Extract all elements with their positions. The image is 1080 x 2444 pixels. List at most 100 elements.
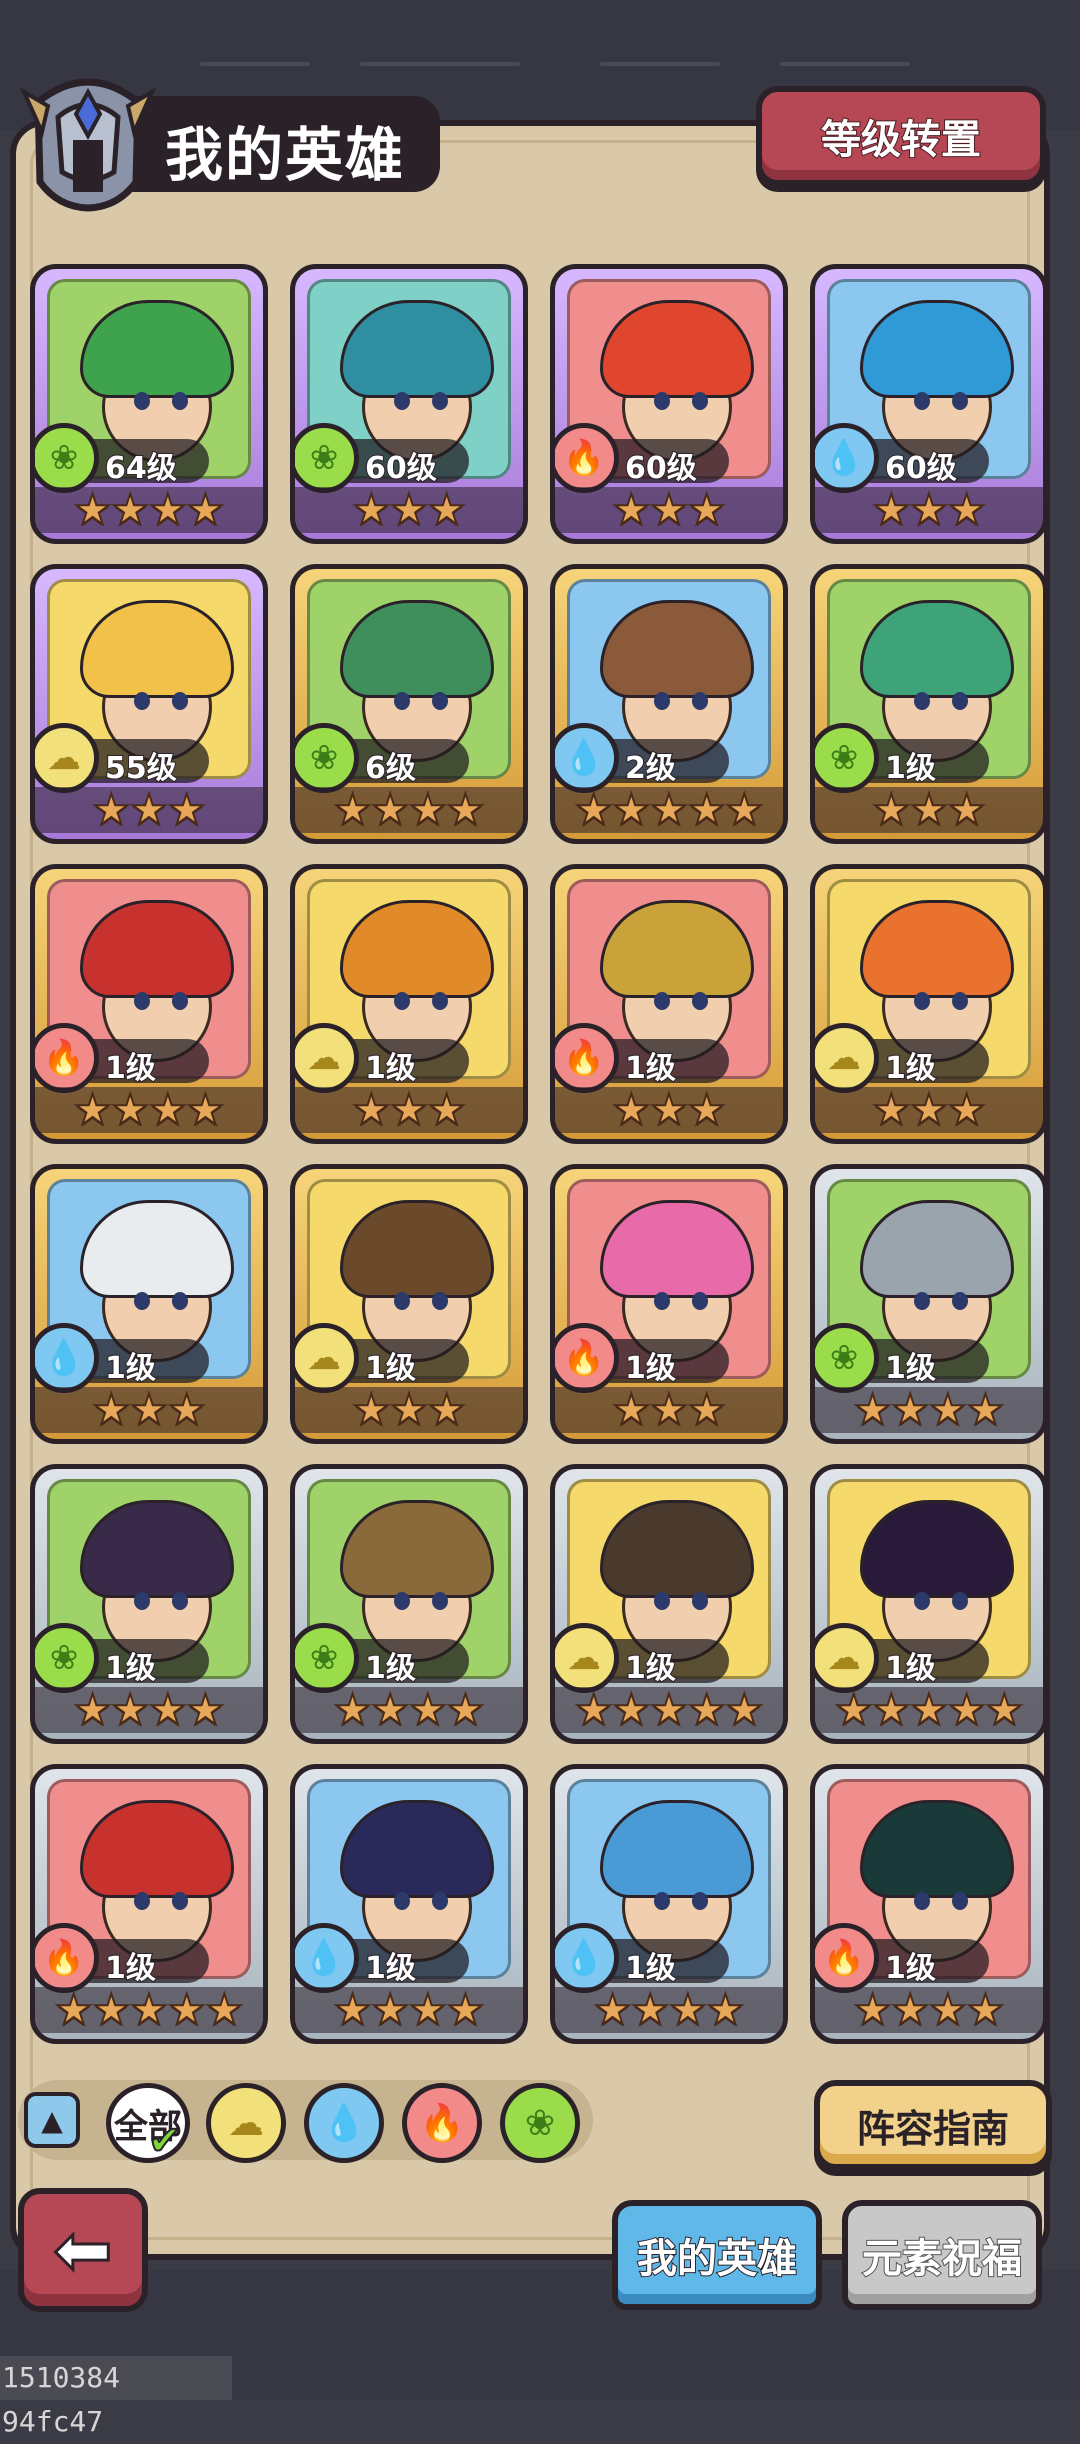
star-icon: ★ — [333, 785, 373, 834]
star-icon: ★ — [928, 1385, 968, 1434]
star-icon: ★ — [947, 1085, 987, 1134]
star-icon: ★ — [649, 785, 689, 834]
star-icon: ★ — [370, 785, 410, 834]
leaf-swirl-icon: ❀ — [295, 423, 359, 493]
hero-card[interactable]: 60级 ❀ ★ ★ ★ — [290, 264, 528, 544]
star-icon: ★ — [947, 1685, 987, 1734]
back-button[interactable]: ⬅ — [18, 2188, 148, 2312]
star-rating: ★ ★ ★ ★ — [35, 1687, 263, 1733]
hero-card[interactable]: 1级 💧 ★ ★ ★ — [30, 1164, 268, 1444]
leaf-swirl-icon: ❀ — [295, 1623, 359, 1693]
star-icon: ★ — [110, 485, 150, 534]
leaf-swirl-icon: ❀ — [815, 723, 879, 793]
star-rating: ★ ★ ★ ★ — [295, 787, 523, 833]
water-drop-icon: 💧 — [555, 1923, 619, 1993]
water-drop-icon: 💧 — [555, 723, 619, 793]
hero-card[interactable]: 2级 💧 ★ ★ ★ ★ ★ — [550, 564, 788, 844]
star-icon: ★ — [129, 785, 169, 834]
star-rating: ★ ★ ★ — [815, 487, 1043, 533]
star-icon: ★ — [92, 1385, 132, 1434]
hero-level: 1级 — [104, 1350, 157, 1387]
star-icon: ★ — [649, 485, 689, 534]
star-icon: ★ — [427, 1385, 467, 1434]
hero-card[interactable]: 1级 🔥 ★ ★ ★ ★ ★ — [30, 1764, 268, 2044]
hero-level: 1级 — [364, 1350, 417, 1387]
star-icon: ★ — [129, 1985, 169, 2034]
hero-card[interactable]: 1级 ❀ ★ ★ ★ — [810, 564, 1048, 844]
star-rating: ★ ★ ★ ★ ★ — [815, 1687, 1043, 1733]
hero-level: 55级 — [104, 750, 178, 787]
star-icon: ★ — [909, 785, 949, 834]
star-icon: ★ — [148, 485, 188, 534]
star-icon: ★ — [352, 1085, 392, 1134]
hero-card[interactable]: 1级 💧 ★ ★ ★ ★ — [550, 1764, 788, 2044]
hero-card[interactable]: 1级 ☁ ★ ★ ★ — [290, 864, 528, 1144]
star-icon: ★ — [73, 1085, 113, 1134]
star-icon: ★ — [947, 485, 987, 534]
collapse-filter-button[interactable]: ▲ — [24, 2092, 80, 2148]
hero-card[interactable]: 6级 ❀ ★ ★ ★ ★ — [290, 564, 528, 844]
hero-card[interactable]: 1级 ☁ ★ ★ ★ ★ ★ — [550, 1464, 788, 1744]
star-rating: ★ ★ ★ — [815, 787, 1043, 833]
star-icon: ★ — [446, 785, 486, 834]
star-icon: ★ — [612, 1385, 652, 1434]
leaf-swirl-icon: ❀ — [295, 723, 359, 793]
star-rating: ★ ★ ★ — [35, 787, 263, 833]
star-icon: ★ — [687, 785, 727, 834]
hero-level: 1级 — [364, 1050, 417, 1087]
star-rating: ★ ★ ★ ★ — [35, 487, 263, 533]
star-icon: ★ — [909, 1685, 949, 1734]
hero-card[interactable]: 1级 🔥 ★ ★ ★ ★ — [30, 864, 268, 1144]
hero-level: 1级 — [884, 1950, 937, 1987]
hero-card[interactable]: 55级 ☁ ★ ★ ★ — [30, 564, 268, 844]
lineup-guide-button[interactable]: 阵容指南 — [814, 2080, 1052, 2170]
hero-card[interactable]: 1级 ❀ ★ ★ ★ ★ — [810, 1164, 1048, 1444]
hero-card[interactable]: 1级 ❀ ★ ★ ★ ★ — [290, 1464, 528, 1744]
hero-card[interactable]: 1级 🔥 ★ ★ ★ ★ — [810, 1764, 1048, 2044]
tab-element-blessing[interactable]: 元素祝福 — [842, 2200, 1042, 2310]
water-drop-icon: 💧 — [35, 1323, 99, 1393]
earth-cloud-icon: ☁ — [35, 723, 99, 793]
star-icon: ★ — [204, 1985, 244, 2034]
level-transfer-button[interactable]: 等级转置 — [756, 86, 1046, 186]
hero-level: 1级 — [364, 1650, 417, 1687]
tab-my-heroes[interactable]: 我的英雄 — [612, 2200, 822, 2310]
earth-cloud-icon: ☁ — [228, 2102, 264, 2144]
star-icon: ★ — [649, 1385, 689, 1434]
hero-card[interactable]: 60级 💧 ★ ★ ★ — [810, 264, 1048, 544]
star-icon: ★ — [872, 485, 912, 534]
star-icon: ★ — [446, 1685, 486, 1734]
hero-card[interactable]: 1级 💧 ★ ★ ★ ★ — [290, 1764, 528, 2044]
star-icon: ★ — [872, 1085, 912, 1134]
star-icon: ★ — [73, 485, 113, 534]
filter-fire-chip[interactable]: 🔥 — [402, 2083, 482, 2163]
hero-level: 1级 — [884, 1650, 937, 1687]
hero-card[interactable]: 1级 ☁ ★ ★ ★ — [290, 1164, 528, 1444]
back-arrow-icon: ⬅ — [52, 2208, 114, 2293]
star-icon: ★ — [167, 1985, 207, 2034]
hero-card[interactable]: 1级 ☁ ★ ★ ★ ★ ★ — [810, 1464, 1048, 1744]
star-rating: ★ ★ ★ — [555, 1087, 783, 1133]
earth-cloud-icon: ☁ — [555, 1623, 619, 1693]
star-icon: ★ — [853, 1385, 893, 1434]
filter-water-chip[interactable]: 💧 — [304, 2083, 384, 2163]
star-rating: ★ ★ ★ ★ ★ — [35, 1987, 263, 2033]
star-icon: ★ — [92, 785, 132, 834]
star-icon: ★ — [352, 1385, 392, 1434]
hero-card[interactable]: 60级 🔥 ★ ★ ★ — [550, 264, 788, 544]
star-icon: ★ — [574, 1685, 614, 1734]
hero-card[interactable]: 1级 🔥 ★ ★ ★ — [550, 1164, 788, 1444]
filter-earth-chip[interactable]: ☁ — [206, 2083, 286, 2163]
hero-card[interactable]: 1级 ❀ ★ ★ ★ ★ — [30, 1464, 268, 1744]
star-icon: ★ — [110, 1685, 150, 1734]
earth-cloud-icon: ☁ — [815, 1623, 879, 1693]
star-icon: ★ — [427, 485, 467, 534]
water-drop-icon: 💧 — [295, 1923, 359, 1993]
leaf-swirl-icon: ❀ — [524, 2102, 556, 2144]
filter-nature-chip[interactable]: ❀ — [500, 2083, 580, 2163]
star-icon: ★ — [630, 1985, 670, 2034]
hero-card[interactable]: 1级 🔥 ★ ★ ★ — [550, 864, 788, 1144]
star-icon: ★ — [148, 1085, 188, 1134]
hero-card[interactable]: 1级 ☁ ★ ★ ★ — [810, 864, 1048, 1144]
hero-card[interactable]: 64级 ❀ ★ ★ ★ ★ — [30, 264, 268, 544]
